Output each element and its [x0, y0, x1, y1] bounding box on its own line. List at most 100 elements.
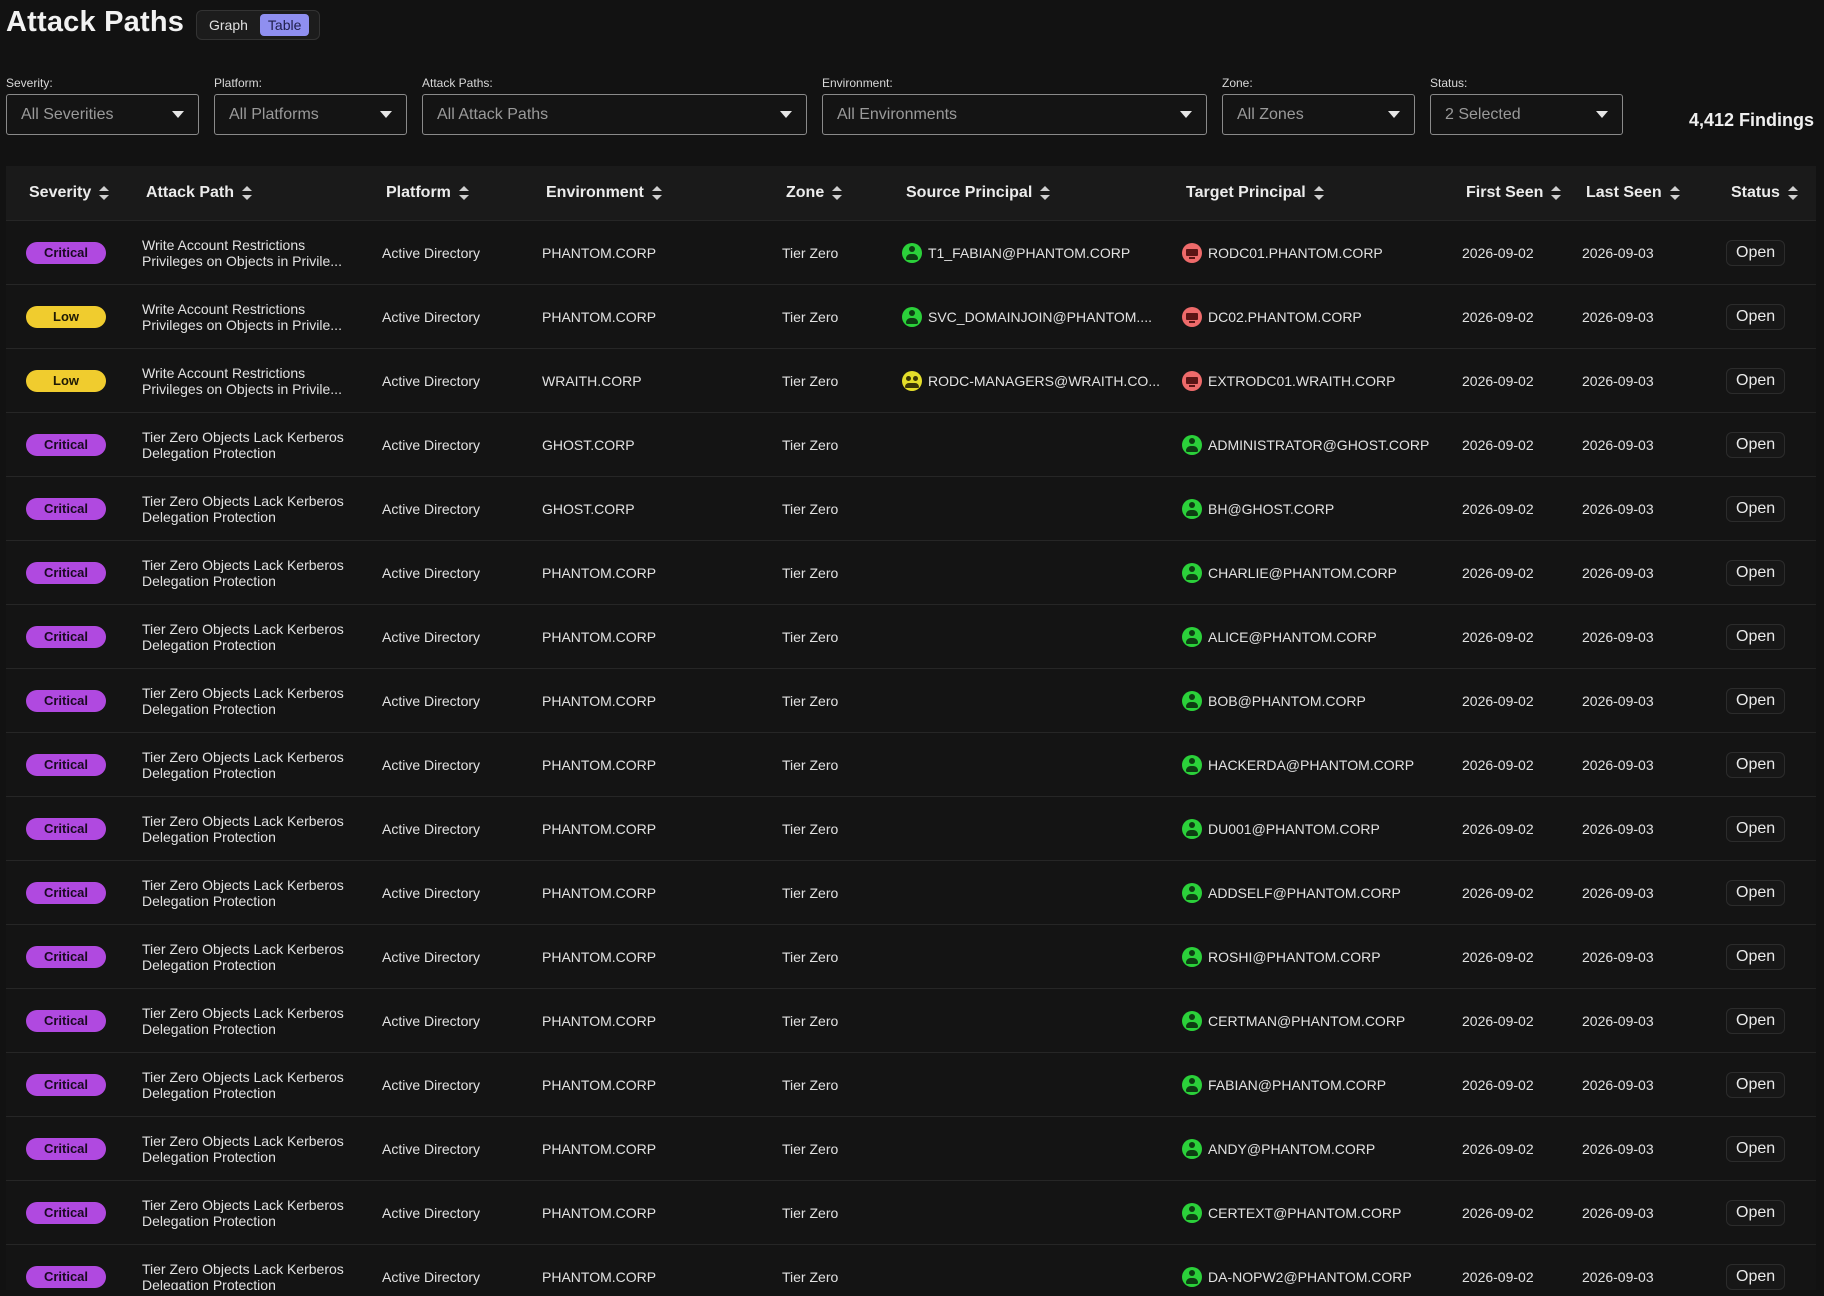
severity-cell: Critical [26, 1181, 106, 1244]
environment-select[interactable]: All Environments [822, 94, 1207, 135]
zone-cell: Tier Zero [782, 1012, 839, 1029]
status-pill[interactable]: Open [1726, 687, 1786, 714]
first-seen-cell: 2026-09-02 [1462, 564, 1534, 581]
status-pill[interactable]: Open [1726, 1071, 1786, 1098]
status-pill[interactable]: Open [1726, 1135, 1786, 1162]
table-row[interactable]: Critical Tier Zero Objects Lack Kerberos D… [6, 1052, 1816, 1116]
table-row[interactable]: Critical Tier Zero Objects Lack Kerberos D… [6, 476, 1816, 540]
table-row[interactable]: Critical Tier Zero Objects Lack Kerberos D… [6, 796, 1816, 860]
target-principal-name: ANDY@PHANTOM.CORP [1208, 1140, 1376, 1157]
target-principal-cell: DC02.PHANTOM.CORP [1182, 285, 1362, 348]
status-pill[interactable]: Open [1726, 623, 1786, 650]
graph-view-button[interactable]: Graph [201, 14, 256, 36]
status-pill[interactable]: Open [1726, 431, 1786, 458]
status-pill[interactable]: Open [1726, 1263, 1786, 1290]
source-principal-name: RODC-MANAGERS@WRAITH.CO... [928, 372, 1160, 389]
attack-path-line-1: Tier Zero Objects Lack Kerberos [142, 620, 344, 637]
column-header-platform[interactable]: Platform [386, 166, 469, 220]
zone-cell: Tier Zero [782, 1140, 839, 1157]
target-principal-name: ADDSELF@PHANTOM.CORP [1208, 884, 1401, 901]
table-row[interactable]: Critical Tier Zero Objects Lack Kerberos D… [6, 1244, 1816, 1290]
attack-path-line-1: Tier Zero Objects Lack Kerberos [142, 428, 344, 445]
attack-path-text: Write Account Restrictions Privileges on … [142, 365, 347, 397]
table-view-button[interactable]: Table [259, 14, 310, 36]
column-header-environment[interactable]: Environment [546, 166, 662, 220]
zone-select[interactable]: All Zones [1222, 94, 1415, 135]
table-row[interactable]: Critical Tier Zero Objects Lack Kerberos D… [6, 1180, 1816, 1244]
status-pill[interactable]: Open [1726, 879, 1786, 906]
status-pill[interactable]: Open [1726, 559, 1786, 586]
column-header-attack-path[interactable]: Attack Path [146, 166, 253, 220]
severity-badge: Critical [26, 1073, 106, 1096]
attack-path-cell: Tier Zero Objects Lack Kerberos Delegatio… [142, 925, 347, 988]
user-icon [902, 306, 922, 327]
attack-path-text: Tier Zero Objects Lack Kerberos Delegatio… [142, 493, 347, 525]
severity-cell: Critical [26, 733, 106, 796]
column-label: Source Principal [906, 184, 1033, 201]
status-pill[interactable]: Open [1726, 943, 1786, 970]
attack-path-line-2: Delegation Protection [142, 508, 276, 525]
table-row[interactable]: Critical Tier Zero Objects Lack Kerberos D… [6, 668, 1816, 732]
attack-path-line-1: Write Account Restrictions [142, 364, 306, 381]
table-row[interactable]: Critical Tier Zero Objects Lack Kerberos D… [6, 988, 1816, 1052]
computer-icon [1182, 370, 1202, 391]
attack-path-line-2: Privileges on Objects in Privile... [142, 252, 342, 269]
table-row[interactable]: Critical Tier Zero Objects Lack Kerberos D… [6, 860, 1816, 924]
table-row[interactable]: Low Write Account Restrictions Privileges … [6, 348, 1816, 412]
column-header-target-principal[interactable]: Target Principal [1186, 166, 1324, 220]
status-cell: Open [1726, 1053, 1786, 1116]
user-icon [1182, 1202, 1202, 1223]
attack-path-line-1: Tier Zero Objects Lack Kerberos [142, 1132, 344, 1149]
platform-cell: Active Directory [382, 948, 481, 965]
environment-cell: PHANTOM.CORP [542, 1012, 657, 1029]
attack-path-text: Tier Zero Objects Lack Kerberos Delegatio… [142, 813, 347, 845]
column-header-zone[interactable]: Zone [786, 166, 843, 220]
table-row[interactable]: Critical Tier Zero Objects Lack Kerberos D… [6, 732, 1816, 796]
attack-path-line-1: Tier Zero Objects Lack Kerberos [142, 748, 344, 765]
zone-cell: Tier Zero [782, 756, 839, 773]
platform-cell: Active Directory [382, 308, 481, 325]
table-row[interactable]: Low Write Account Restrictions Privileges … [6, 284, 1816, 348]
attack-path-text: Tier Zero Objects Lack Kerberos Delegatio… [142, 1261, 347, 1291]
sort-icon [1313, 186, 1324, 200]
zone-cell: Tier Zero [782, 500, 839, 517]
attack-path-text: Tier Zero Objects Lack Kerberos Delegatio… [142, 877, 347, 909]
status-pill[interactable]: Open [1726, 495, 1786, 522]
target-principal-name: DA-NOPW2@PHANTOM.CORP [1208, 1268, 1412, 1285]
status-cell: Open [1726, 1245, 1786, 1290]
status-select[interactable]: 2 Selected [1430, 94, 1623, 135]
table-row[interactable]: Critical Tier Zero Objects Lack Kerberos D… [6, 924, 1816, 988]
status-pill[interactable]: Open [1726, 1199, 1786, 1226]
severity-select[interactable]: All Severities [6, 94, 199, 135]
platform-filter: Platform: All Platforms [214, 76, 407, 135]
status-cell: Open [1726, 541, 1786, 604]
column-header-last-seen[interactable]: Last Seen [1586, 166, 1680, 220]
table-row[interactable]: Critical Tier Zero Objects Lack Kerberos D… [6, 412, 1816, 476]
table-row[interactable]: Critical Write Account Restrictions Privil… [6, 220, 1816, 284]
table-row[interactable]: Critical Tier Zero Objects Lack Kerberos D… [6, 604, 1816, 668]
first-seen-cell: 2026-09-02 [1462, 372, 1534, 389]
status-pill[interactable]: Open [1726, 303, 1786, 330]
column-header-source-principal[interactable]: Source Principal [906, 166, 1051, 220]
column-header-first-seen[interactable]: First Seen [1466, 166, 1562, 220]
status-pill[interactable]: Open [1726, 751, 1786, 778]
table-row[interactable]: Critical Tier Zero Objects Lack Kerberos D… [6, 540, 1816, 604]
table-row[interactable]: Critical Tier Zero Objects Lack Kerberos D… [6, 1116, 1816, 1180]
last-seen-cell: 2026-09-03 [1582, 436, 1654, 453]
status-pill[interactable]: Open [1726, 815, 1786, 842]
attack-path-line-2: Delegation Protection [142, 1276, 276, 1291]
column-header-status[interactable]: Status [1731, 166, 1798, 220]
status-pill[interactable]: Open [1726, 367, 1786, 394]
column-header-severity[interactable]: Severity [29, 166, 110, 220]
attack-path-cell: Tier Zero Objects Lack Kerberos Delegatio… [142, 1181, 347, 1244]
status-pill[interactable]: Open [1726, 239, 1786, 266]
table-header: Severity Attack Path Platform Environmen… [6, 166, 1816, 220]
environment-cell: PHANTOM.CORP [542, 692, 657, 709]
attack-path-cell: Write Account Restrictions Privileges on … [142, 349, 347, 412]
platform-select[interactable]: All Platforms [214, 94, 407, 135]
status-pill[interactable]: Open [1726, 1007, 1786, 1034]
severity-badge: Critical [26, 817, 106, 840]
attack-path-line-1: Tier Zero Objects Lack Kerberos [142, 876, 344, 893]
attack-paths-select[interactable]: All Attack Paths [422, 94, 807, 135]
column-label: Severity [29, 184, 92, 201]
